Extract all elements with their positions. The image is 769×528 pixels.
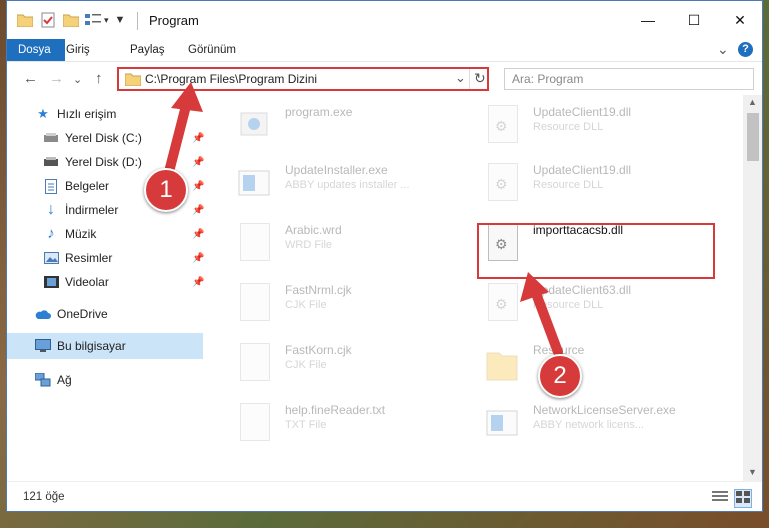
annotation-arrows (165, 82, 563, 357)
arrow-1-head (171, 82, 203, 112)
step-1-badge: 1 (144, 168, 188, 212)
arrow-2-shaft (529, 283, 563, 357)
step-2-badge: 2 (538, 354, 582, 398)
